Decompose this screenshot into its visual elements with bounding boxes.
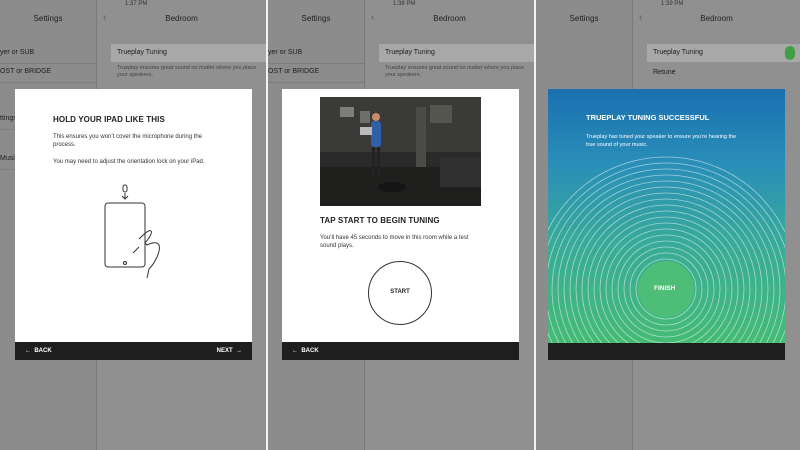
dialog-text-orientation: You may need to adjust the orientation l… bbox=[53, 159, 205, 165]
start-button[interactable]: START bbox=[368, 261, 432, 325]
dialog-footer: ← BACK bbox=[282, 342, 519, 360]
settings-title: Settings bbox=[569, 14, 599, 23]
settings-title: Settings bbox=[33, 14, 63, 23]
screen-tuning-success: Settings 1:39 PM ‹ Bedroom Trueplay Tuni… bbox=[536, 0, 800, 450]
trueplay-description: Trueplay ensures great sound no matter w… bbox=[117, 65, 257, 78]
list-item[interactable]: yer or SUB bbox=[268, 44, 364, 64]
dialog-footer: ← BACK NEXT → bbox=[15, 342, 252, 360]
status-bar: 1:38 PM bbox=[393, 1, 416, 7]
ipad-hand-icon bbox=[104, 184, 160, 278]
arrow-left-icon: ← bbox=[25, 348, 31, 354]
trueplay-description: Trueplay ensures great sound no matter w… bbox=[385, 65, 525, 78]
dialog-title: TRUEPLAY TUNING SUCCESSFUL bbox=[586, 113, 710, 122]
finish-button[interactable]: FINISH bbox=[654, 285, 675, 292]
arrow-left-icon: ← bbox=[292, 348, 298, 354]
dialog-title: TAP START TO BEGIN TUNING bbox=[320, 216, 440, 225]
dialog-text-microphone: This ensures you won’t cover the microph… bbox=[53, 134, 203, 148]
back-button[interactable]: ← BACK bbox=[292, 348, 319, 354]
screen-hold-ipad: Settings yer or SUB OST or BRIDGE ttings… bbox=[0, 0, 266, 450]
sound-wave-rings bbox=[548, 156, 785, 343]
dialog-title: HOLD YOUR IPAD LIKE THIS bbox=[53, 115, 165, 124]
next-button[interactable]: NEXT → bbox=[217, 348, 242, 354]
person-body bbox=[371, 121, 381, 147]
trueplay-toggle[interactable] bbox=[785, 46, 795, 60]
trueplay-tuning-row[interactable]: Trueplay Tuning bbox=[379, 44, 534, 62]
retune-row[interactable]: Retune bbox=[647, 64, 800, 82]
list-item[interactable]: OST or BRIDGE bbox=[0, 63, 96, 83]
microphone-icon bbox=[122, 184, 128, 193]
start-tuning-dialog: TAP START TO BEGIN TUNING You’ll have 45… bbox=[282, 89, 519, 360]
list-item[interactable]: yer or SUB bbox=[0, 44, 96, 64]
dialog-text: You’ll have 45 seconds to move in this r… bbox=[320, 235, 469, 249]
settings-title: Settings bbox=[301, 14, 331, 23]
dialog-footer bbox=[548, 343, 785, 360]
status-bar: 1:39 PM bbox=[661, 1, 684, 7]
room-title: Bedroom bbox=[700, 14, 733, 23]
tuning-success-dialog: TRUEPLAY TUNING SUCCESSFUL Trueplay has … bbox=[548, 89, 785, 343]
room-title: Bedroom bbox=[433, 14, 466, 23]
hold-ipad-dialog: HOLD YOUR IPAD LIKE THIS This ensures yo… bbox=[15, 89, 252, 360]
screen-start-tuning: Settings yer or SUB OST or BRIDGE 1:38 P… bbox=[268, 0, 534, 450]
list-item[interactable]: OST or BRIDGE bbox=[268, 63, 364, 83]
arrow-right-icon: → bbox=[236, 348, 242, 354]
room-photo bbox=[320, 97, 481, 206]
dialog-text: Trueplay has tuned your speaker to ensur… bbox=[586, 134, 737, 148]
person-head bbox=[372, 113, 380, 121]
back-button[interactable]: ← BACK bbox=[25, 348, 52, 354]
trueplay-tuning-row[interactable]: Trueplay Tuning bbox=[111, 44, 266, 62]
status-bar: 1:37 PM bbox=[125, 1, 148, 7]
room-title: Bedroom bbox=[165, 14, 198, 23]
trueplay-tuning-row[interactable]: Trueplay Tuning bbox=[647, 44, 800, 62]
